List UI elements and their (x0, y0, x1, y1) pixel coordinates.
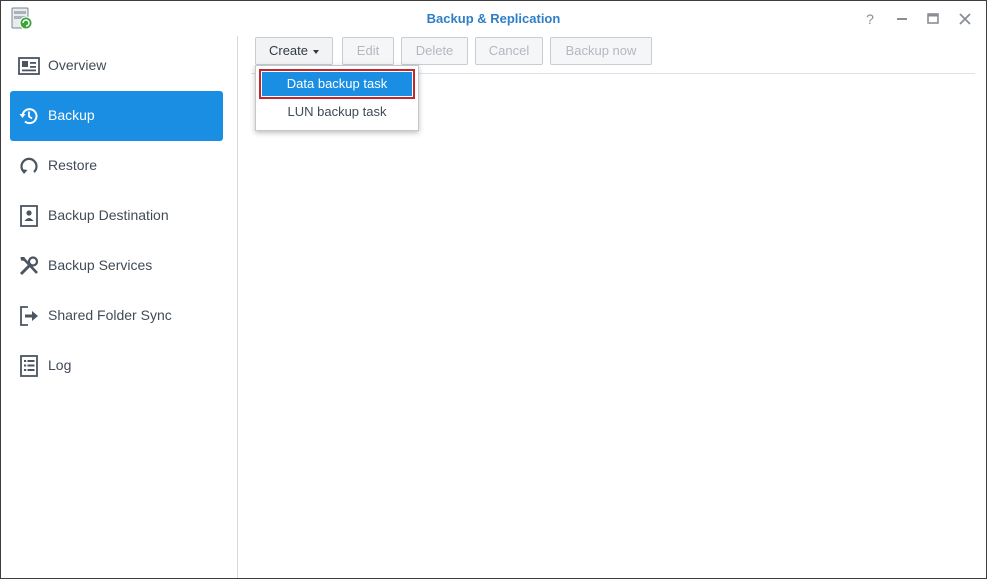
tools-icon (19, 256, 39, 276)
backup-now-button[interactable]: Backup now (550, 37, 652, 65)
title-bar[interactable]: Backup & Replication ? (1, 1, 986, 36)
create-button[interactable]: Create (255, 37, 333, 65)
delete-button[interactable]: Delete (401, 37, 468, 65)
backup-now-button-label: Backup now (565, 43, 637, 58)
overview-icon (18, 57, 40, 75)
minimize-icon[interactable] (893, 10, 911, 28)
sidebar-item-backup-destination[interactable]: Backup Destination (10, 191, 223, 241)
sidebar-item-label: Log (48, 357, 72, 373)
window-title: Backup & Replication (426, 11, 561, 26)
sidebar-item-backup-services[interactable]: Backup Services (10, 241, 223, 291)
backup-replication-window: Backup & Replication ? Overview Backup R… (0, 0, 987, 579)
sidebar-item-label: Backup Destination (48, 207, 169, 223)
help-icon[interactable]: ? (861, 10, 879, 28)
delete-button-label: Delete (415, 43, 454, 58)
backup-destination-icon (20, 205, 38, 227)
create-dropdown-menu: Data backup task LUN backup task (255, 65, 419, 131)
menu-item-lun-backup-task[interactable]: LUN backup task (261, 99, 413, 125)
sidebar-item-log[interactable]: Log (10, 341, 223, 391)
folder-sync-icon (20, 306, 38, 326)
cancel-button[interactable]: Cancel (475, 37, 543, 65)
edit-button[interactable]: Edit (342, 37, 394, 65)
sidebar: Overview Backup Restore Backup Destinati… (1, 36, 238, 578)
restore-icon (20, 157, 38, 174)
edit-button-label: Edit (356, 43, 380, 58)
cancel-button-label: Cancel (488, 43, 530, 58)
sidebar-item-shared-folder-sync[interactable]: Shared Folder Sync (10, 291, 223, 341)
sidebar-item-label: Backup (48, 107, 95, 123)
sidebar-item-backup[interactable]: Backup (10, 91, 223, 141)
sidebar-item-label: Overview (48, 57, 107, 73)
sidebar-item-label: Shared Folder Sync (48, 307, 172, 323)
sidebar-item-label: Restore (48, 157, 98, 173)
log-icon (20, 355, 38, 377)
restore-icon[interactable] (924, 10, 942, 28)
sidebar-item-restore[interactable]: Restore (10, 141, 223, 191)
menu-item-data-backup-task[interactable]: Data backup task (261, 71, 413, 97)
chevron-down-icon (313, 49, 320, 54)
create-button-label: Create (268, 43, 309, 58)
sidebar-item-overview[interactable]: Overview (10, 41, 223, 91)
sidebar-item-label: Backup Services (48, 257, 153, 273)
close-icon[interactable] (956, 10, 974, 28)
backup-icon (19, 108, 38, 125)
